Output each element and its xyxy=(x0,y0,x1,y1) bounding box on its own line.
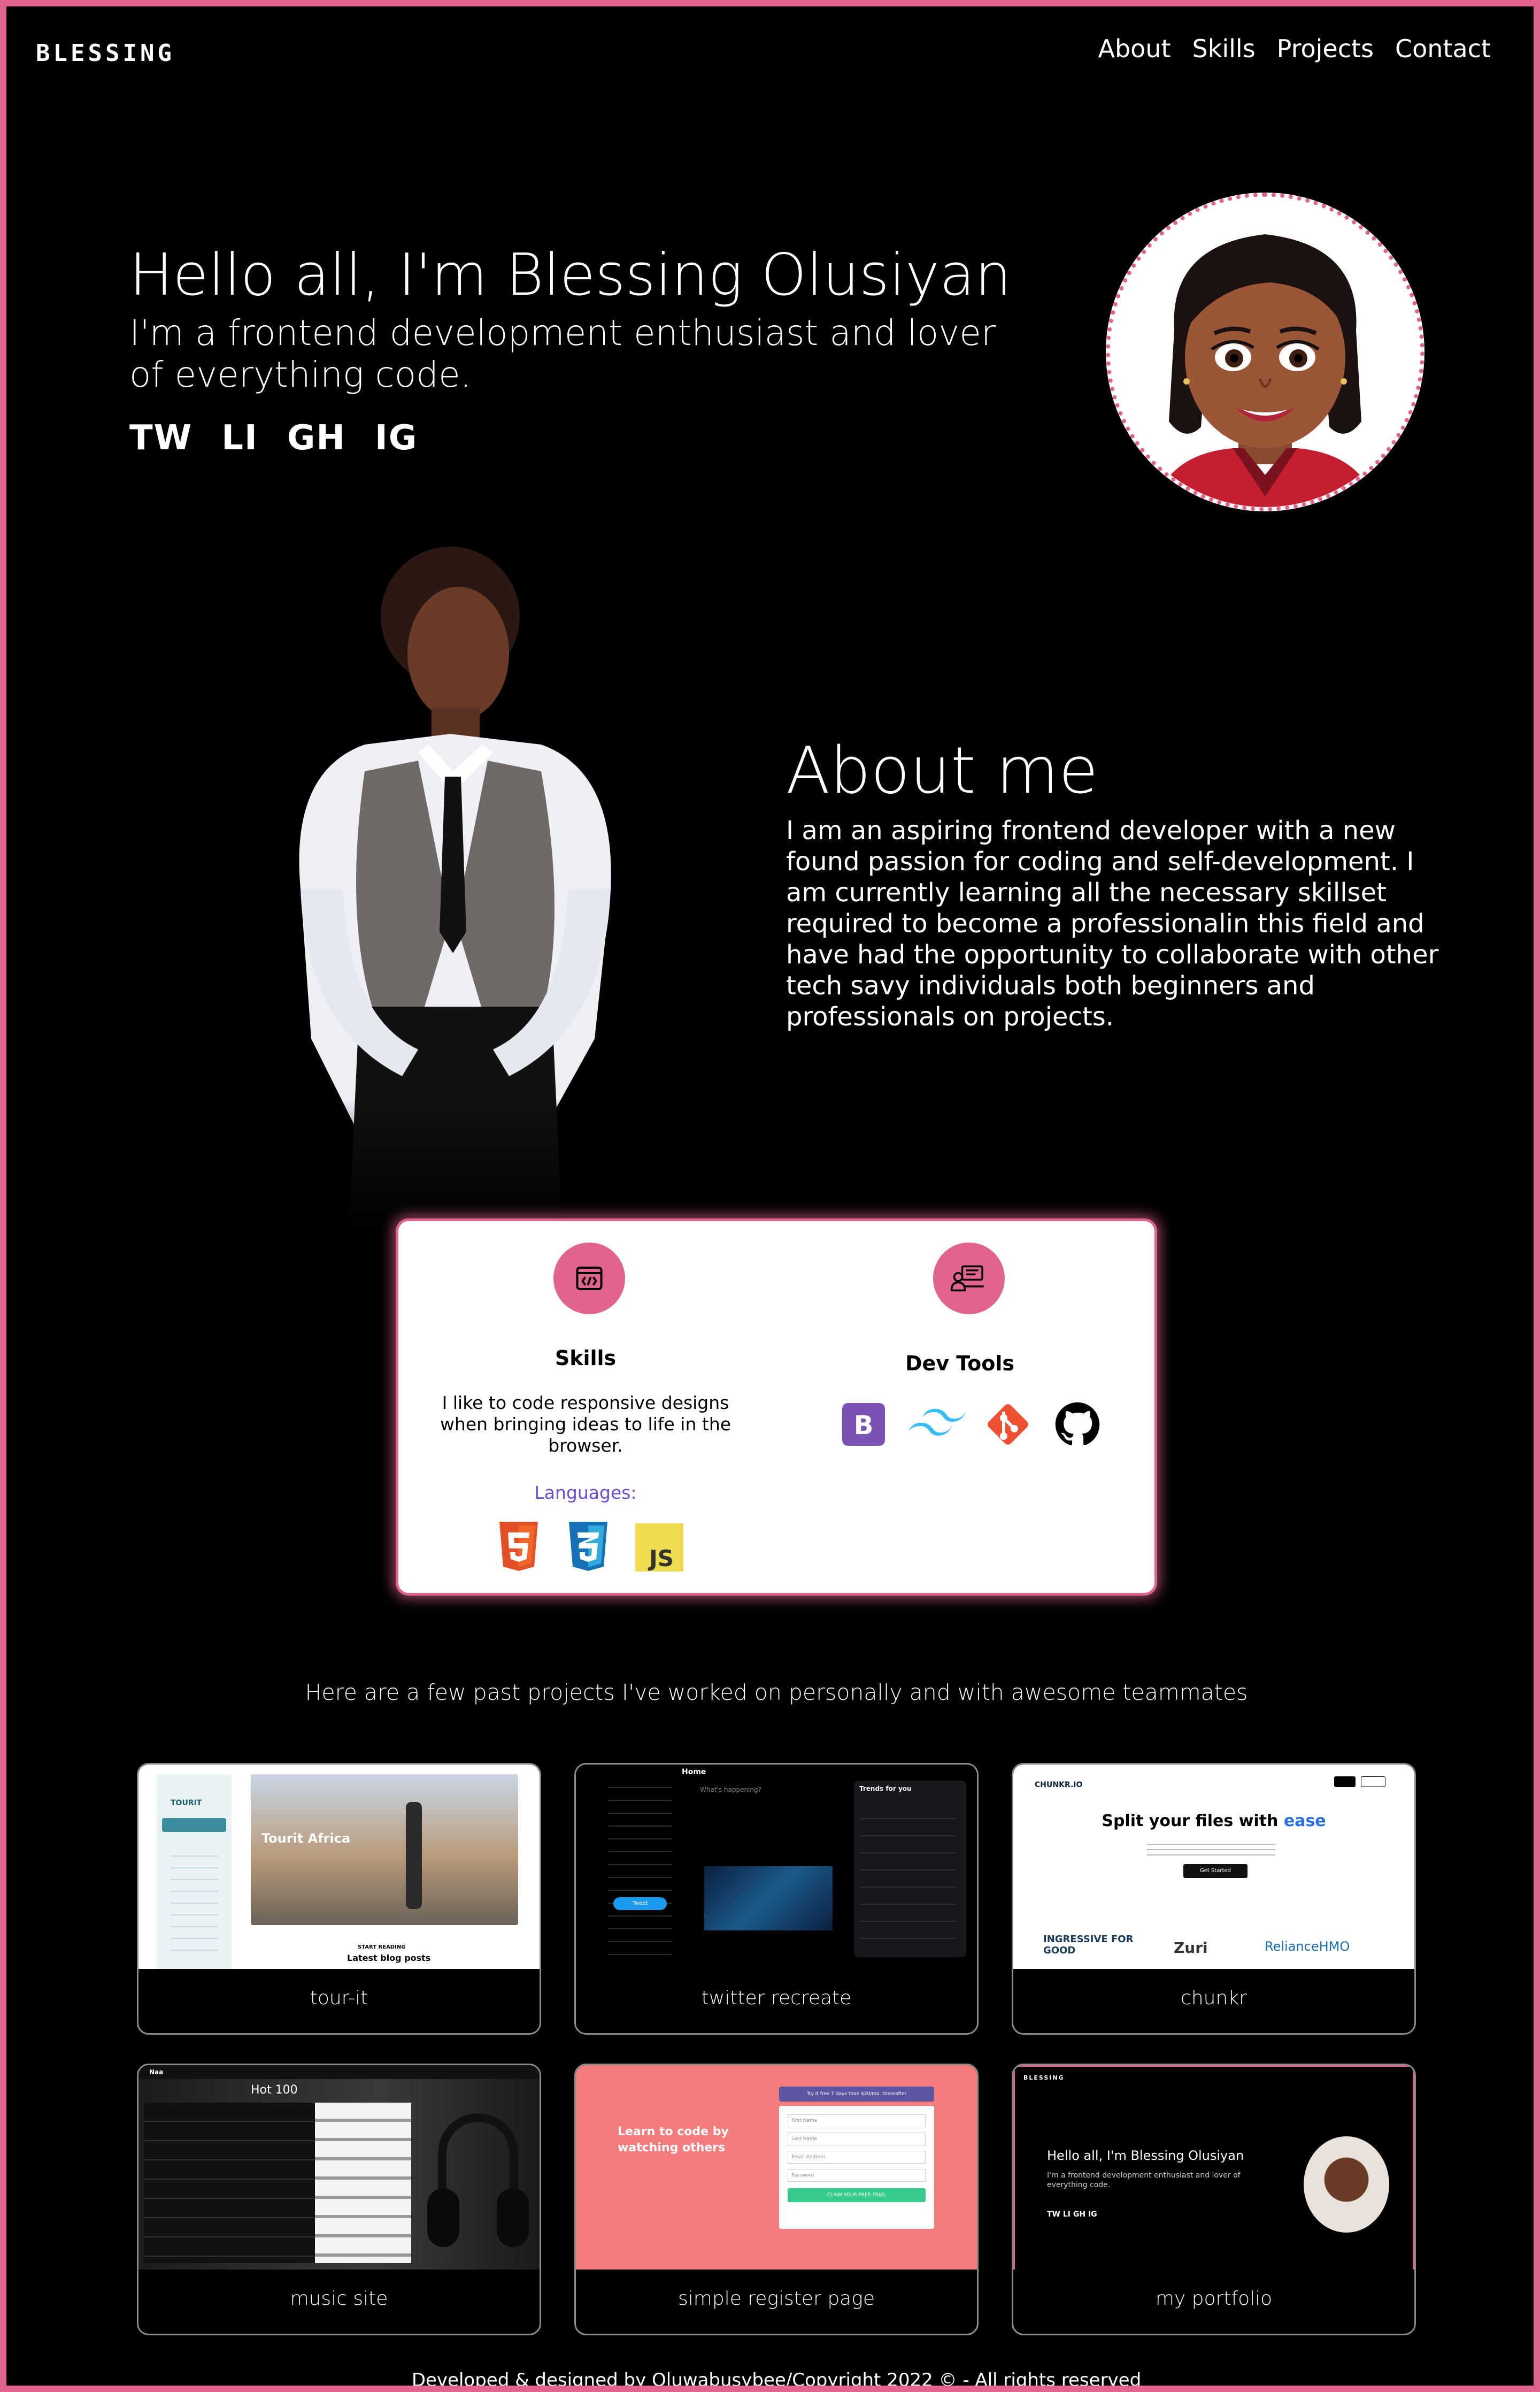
project-card-chunkr[interactable]: CHUNKR.IO Split your files with ease Get… xyxy=(1012,1763,1416,2035)
project-card-my-portfolio[interactable]: BLESSING Hello all, I'm Blessing Olusiya… xyxy=(1012,2064,1416,2335)
nav-about-link[interactable]: About xyxy=(1098,34,1171,63)
portfolio-preview: BLESSING Hello all, I'm Blessing Olusiya… xyxy=(1013,2065,1414,2270)
twitter-recreate-preview: Tweet Home What's happening? Trends for … xyxy=(576,1765,977,1969)
javascript-icon: JS xyxy=(634,1521,685,1574)
page-frame: BLESSING About Skills Projects Contact H… xyxy=(0,0,1540,2392)
project-card-music-site[interactable]: Naa Hot 100 music site xyxy=(137,2064,541,2335)
svg-text:JS: JS xyxy=(648,1545,674,1571)
html5-icon xyxy=(495,1521,543,1574)
dev-tools-title: Dev Tools xyxy=(905,1352,1015,1375)
about-title: About me xyxy=(786,734,1098,808)
nav-projects-link[interactable]: Projects xyxy=(1277,34,1374,63)
bootstrap-icon: B xyxy=(837,1398,890,1451)
project-label: twitter recreate xyxy=(701,1987,852,2009)
hero-subtitle: I'm a frontend development enthusiast an… xyxy=(129,312,996,395)
skills-description: I like to code responsive designs when b… xyxy=(440,1392,732,1456)
code-window-icon xyxy=(553,1243,625,1314)
project-card-tour-it[interactable]: TOURIT Tourit Africa START READING Lates… xyxy=(137,1763,541,2035)
skills-title: Skills xyxy=(555,1346,617,1370)
twitter-link[interactable]: TW xyxy=(129,418,192,458)
tailwind-icon xyxy=(905,1403,969,1446)
git-icon xyxy=(981,1398,1035,1451)
main-nav: About Skills Projects Contact xyxy=(1098,34,1491,63)
project-label: music site xyxy=(290,2288,388,2310)
skills-card: Skills I like to code responsive designs… xyxy=(396,1218,1157,1596)
languages-label: Languages: xyxy=(534,1482,637,1503)
profile-photo xyxy=(242,547,659,1237)
music-site-preview: Naa Hot 100 xyxy=(138,2065,540,2270)
hero-title: Hello all, I'm Blessing Olusiyan xyxy=(129,242,1012,309)
project-label: my portfolio xyxy=(1155,2288,1273,2310)
github-link[interactable]: GH xyxy=(287,418,346,458)
instagram-link[interactable]: IG xyxy=(375,418,418,458)
social-links: TW LI GH IG xyxy=(129,418,418,458)
projects-intro: Here are a few past projects I've worked… xyxy=(305,1680,1248,1705)
github-icon xyxy=(1051,1398,1104,1451)
tour-it-preview: TOURIT Tourit Africa START READING Lates… xyxy=(138,1765,540,1969)
project-label: chunkr xyxy=(1181,1987,1247,2009)
svg-text:B: B xyxy=(854,1410,874,1440)
footer-text: Developed & designed by Oluwabusybee/Cop… xyxy=(411,2370,1142,2391)
register-page-preview: Learn to code by watching others Try it … xyxy=(576,2065,977,2270)
project-card-simple-register-page[interactable]: Learn to code by watching others Try it … xyxy=(574,2064,979,2335)
developer-tools-icon xyxy=(933,1243,1005,1314)
project-label: tour-it xyxy=(310,1987,368,2009)
site-logo[interactable]: BLESSING xyxy=(36,40,175,67)
css3-icon xyxy=(564,1521,612,1574)
cartoon-avatar xyxy=(1106,193,1424,511)
about-text: I am an aspiring frontend developer with… xyxy=(786,816,1439,1032)
nav-skills-link[interactable]: Skills xyxy=(1192,34,1256,63)
linkedin-link[interactable]: LI xyxy=(221,418,258,458)
project-card-twitter-recreate[interactable]: Tweet Home What's happening? Trends for … xyxy=(574,1763,979,2035)
chunkr-preview: CHUNKR.IO Split your files with ease Get… xyxy=(1013,1765,1414,1969)
nav-contact-link[interactable]: Contact xyxy=(1395,34,1491,63)
project-label: simple register page xyxy=(678,2288,875,2310)
